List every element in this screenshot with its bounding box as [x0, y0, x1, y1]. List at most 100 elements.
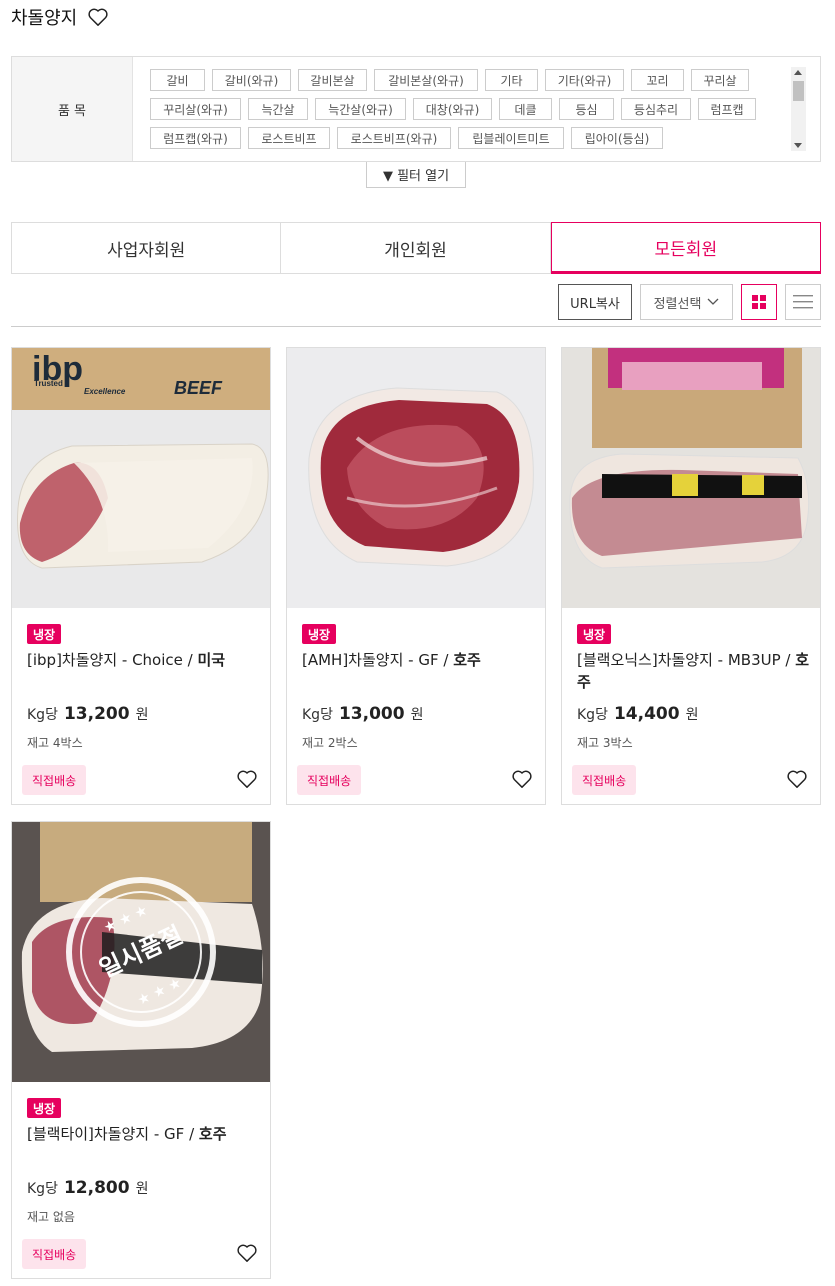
- toolbar-divider: [11, 326, 821, 327]
- product-card[interactable]: ibp Trusted Excellence BEEF 냉장 [ibp]차돌양지…: [11, 347, 271, 805]
- scroll-up-icon[interactable]: [794, 70, 802, 75]
- product-name[interactable]: [AMH]차돌양지 - GF / 호주: [302, 649, 537, 671]
- price-currency: 원: [135, 707, 149, 723]
- filter-chip[interactable]: 갈비: [150, 69, 205, 91]
- tab-personal-member[interactable]: 개인회원: [281, 222, 551, 274]
- product-brand: [ibp]차돌양지: [27, 651, 118, 669]
- price-unit: Kg당: [27, 707, 58, 723]
- cold-storage-badge: 냉장: [577, 624, 612, 644]
- filter-chip[interactable]: 꾸리살(와규): [150, 98, 241, 120]
- cold-storage-badge: 냉장: [27, 1098, 62, 1118]
- filter-chip[interactable]: 럼프캡: [698, 98, 756, 120]
- tab-business-member[interactable]: 사업자회원: [11, 222, 282, 274]
- heart-icon[interactable]: [236, 1243, 258, 1263]
- heart-icon[interactable]: [511, 769, 533, 789]
- filter-open-button[interactable]: ▼ 필터 열기: [366, 162, 466, 188]
- chevron-down-icon: [707, 298, 719, 305]
- price-unit: Kg당: [302, 707, 333, 723]
- sort-label: 정렬선택: [653, 296, 702, 312]
- filter-chip[interactable]: 럼프캡(와규): [150, 127, 241, 149]
- product-name[interactable]: [ibp]차돌양지 - Choice / 미국: [27, 649, 262, 671]
- list-view-icon: [793, 295, 813, 309]
- category-filter: 품 목 갈비 갈비(와규) 갈비본살 갈비본살(와규) 기타 기타(와규) 꼬리…: [11, 56, 821, 162]
- filter-chip[interactable]: 로스트비프: [248, 127, 330, 149]
- product-name[interactable]: [블랙타이]차돌양지 - GF / 호주: [27, 1123, 262, 1145]
- stock-status: 재고 4박스: [27, 736, 83, 750]
- sort-select[interactable]: 정렬선택: [640, 284, 733, 320]
- filter-chip[interactable]: 데클: [499, 98, 552, 120]
- filter-chip[interactable]: 기타: [485, 69, 538, 91]
- direct-delivery-badge: 직접배송: [22, 1239, 87, 1269]
- product-card[interactable]: 냉장 [AMH]차돌양지 - GF / 호주 Kg당 13,000 원 재고 2…: [286, 347, 546, 805]
- product-brand: [블랙타이]차돌양지: [27, 1125, 150, 1143]
- filter-chip[interactable]: 늑간살(와규): [315, 98, 406, 120]
- filter-label: 품 목: [12, 57, 133, 161]
- filter-chip[interactable]: 대창(와규): [413, 98, 492, 120]
- filter-scrollbar[interactable]: [791, 67, 806, 151]
- product-origin: 호주: [453, 651, 481, 669]
- filter-chip[interactable]: 립아이(등심): [571, 127, 663, 149]
- grid-view-icon: [752, 295, 766, 309]
- page-title: 차돌양지: [11, 8, 78, 29]
- filter-chip[interactable]: 늑간살: [248, 98, 308, 120]
- direct-delivery-badge: 직접배송: [572, 765, 637, 795]
- filter-chip[interactable]: 등심: [559, 98, 614, 120]
- heart-icon[interactable]: [236, 769, 258, 789]
- filter-chip[interactable]: 립블레이트미트: [458, 127, 564, 149]
- chip-row-2: 꾸리살(와규) 늑간살 늑간살(와규) 대창(와규) 데클 등심 등심추리 럼프…: [150, 98, 786, 120]
- price-unit: Kg당: [577, 707, 608, 723]
- price-currency: 원: [410, 707, 424, 723]
- box-line1-text: Trusted: [34, 379, 63, 388]
- grid-view-button[interactable]: [741, 284, 777, 320]
- url-copy-button[interactable]: URL복사: [558, 284, 632, 320]
- direct-delivery-badge: 직접배송: [22, 765, 87, 795]
- product-image[interactable]: [287, 348, 545, 608]
- list-view-button[interactable]: [785, 284, 821, 320]
- filter-chip[interactable]: 갈비본살(와규): [374, 69, 478, 91]
- scroll-thumb[interactable]: [793, 81, 804, 101]
- product-origin: 미국: [197, 651, 226, 669]
- product-image[interactable]: [562, 348, 820, 608]
- filter-chip[interactable]: 기타(와규): [545, 69, 624, 91]
- product-card[interactable]: 일시품절 ★ ★ ★ ★ ★ ★ 냉장 [블랙타이]차돌양지 - GF / 호주…: [11, 821, 271, 1279]
- scroll-down-icon[interactable]: [794, 143, 802, 148]
- product-image[interactable]: 일시품절 ★ ★ ★ ★ ★ ★: [12, 822, 270, 1082]
- chip-row-3: 럼프캡(와규) 로스트비프 로스트비프(와규) 립블레이트미트 립아이(등심): [150, 127, 786, 149]
- cold-storage-badge: 냉장: [302, 624, 337, 644]
- price-value: 12,800: [63, 1178, 130, 1198]
- filter-chip[interactable]: 로스트비프(와규): [337, 127, 451, 149]
- box-beef-text: BEEF: [174, 378, 223, 398]
- tab-all-members[interactable]: 모든회원: [550, 222, 821, 274]
- price-row: Kg당 13,000 원: [302, 704, 423, 724]
- heart-icon[interactable]: [87, 7, 109, 27]
- stock-status: 재고 없음: [27, 1210, 75, 1224]
- filter-chip-list: 갈비 갈비(와규) 갈비본살 갈비본살(와규) 기타 기타(와규) 꼬리 꾸리살…: [133, 57, 820, 161]
- product-brand: [블랙오닉스]차돌양지: [577, 651, 713, 669]
- cold-storage-badge: 냉장: [27, 624, 62, 644]
- chip-row-1: 갈비 갈비(와규) 갈비본살 갈비본살(와규) 기타 기타(와규) 꼬리 꾸리살: [150, 69, 786, 91]
- stock-status: 재고 3박스: [577, 736, 633, 750]
- filter-chip[interactable]: 꾸리살: [691, 69, 749, 91]
- price-value: 13,000: [338, 704, 405, 724]
- price-row: Kg당 14,400 원: [577, 704, 698, 724]
- filter-chip[interactable]: 갈비(와규): [212, 69, 291, 91]
- box-line2-text: Excellence: [84, 387, 126, 396]
- product-grade: - GF /: [149, 1125, 199, 1143]
- product-card[interactable]: 냉장 [블랙오닉스]차돌양지 - MB3UP / 호주 Kg당 14,400 원…: [561, 347, 821, 805]
- heart-icon[interactable]: [786, 769, 808, 789]
- price-row: Kg당 12,800 원: [27, 1178, 148, 1198]
- product-brand: [AMH]차돌양지: [302, 651, 404, 669]
- filter-chip[interactable]: 꼬리: [631, 69, 684, 91]
- price-value: 13,200: [63, 704, 130, 724]
- product-image[interactable]: ibp Trusted Excellence BEEF: [12, 348, 270, 608]
- product-grade: - GF /: [403, 651, 454, 669]
- member-tabs: 사업자회원 개인회원 모든회원: [11, 222, 821, 274]
- direct-delivery-badge: 직접배송: [297, 765, 362, 795]
- price-currency: 원: [685, 707, 699, 723]
- product-name[interactable]: [블랙오닉스]차돌양지 - MB3UP / 호주: [577, 649, 812, 693]
- filter-chip[interactable]: 갈비본살: [298, 69, 367, 91]
- product-grade: - Choice /: [117, 651, 198, 669]
- filter-chip[interactable]: 등심추리: [621, 98, 691, 120]
- price-row: Kg당 13,200 원: [27, 704, 148, 724]
- stock-status: 재고 2박스: [302, 736, 358, 750]
